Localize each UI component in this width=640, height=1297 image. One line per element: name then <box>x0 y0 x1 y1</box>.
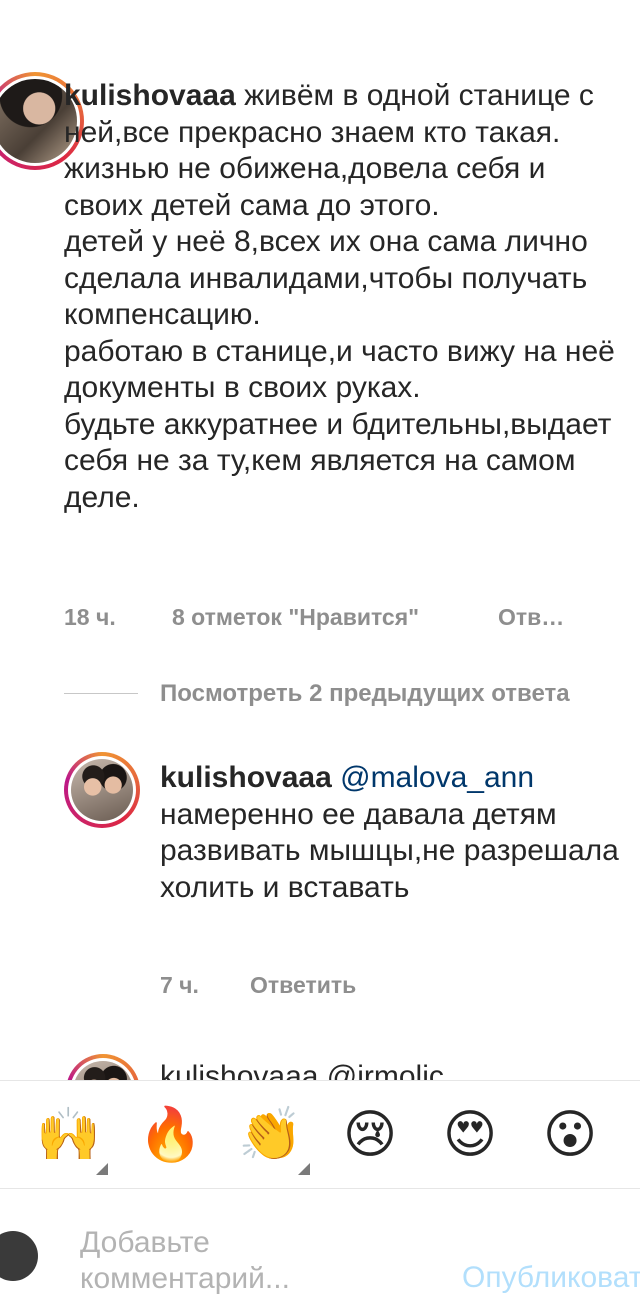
raising-hands-emoji-icon[interactable]: 🙌 <box>36 1103 108 1175</box>
avatar[interactable] <box>0 1231 38 1281</box>
fire-emoji-icon[interactable]: 🔥 <box>138 1103 203 1167</box>
reply-username[interactable]: kulishovaaa <box>160 761 332 794</box>
emoji-glyph: 😢 <box>342 1105 398 1165</box>
variant-indicator-icon <box>298 1163 310 1175</box>
emoji-glyph: 🙌 <box>36 1105 101 1165</box>
emoji-glyph: 😍 <box>442 1105 498 1165</box>
view-previous-replies[interactable]: Посмотреть 2 предыдущих ответа <box>64 680 640 714</box>
emoji-bar: 🙌 🔥 👏 😢 😍 😮 <box>0 1081 640 1191</box>
reply-button[interactable]: Отв… <box>498 604 564 631</box>
reply-text: намеренно ее давала детям развивать мышц… <box>160 797 619 904</box>
clapping-hands-emoji-icon[interactable]: 👏 <box>238 1103 310 1175</box>
avatar[interactable] <box>66 1054 140 1080</box>
reply-body: kulishovaaa @malova_ann намеренно ее дав… <box>160 760 630 906</box>
publish-button[interactable]: Опубликовать <box>462 1261 640 1295</box>
comment-meta: 18 ч. 8 отметок "Нравится" Отв… <box>64 604 624 634</box>
profile-photo <box>73 1061 133 1080</box>
divider <box>64 693 138 694</box>
comment-text: живём в одной станице с ней,все прекрасн… <box>64 79 615 514</box>
comment-composer: Добавьте комментарий... Опубликовать <box>0 1189 640 1295</box>
reply-time: 7 ч. <box>160 972 199 998</box>
surprised-face-emoji-icon[interactable]: 😮 <box>538 1103 602 1167</box>
reply-mention[interactable]: @malova_ann <box>340 761 534 794</box>
emoji-glyph: 😮 <box>542 1105 598 1165</box>
partial-comment-text: kulishovaaa @irmolic <box>160 1060 444 1080</box>
emoji-glyph: 🔥 <box>138 1105 203 1165</box>
variant-indicator-icon <box>96 1163 108 1175</box>
crying-face-emoji-icon[interactable]: 😢 <box>338 1103 402 1167</box>
avatar[interactable] <box>64 752 140 828</box>
view-replies-label[interactable]: Посмотреть 2 предыдущих ответа <box>160 680 570 708</box>
comment-input[interactable]: Добавьте комментарий... <box>80 1225 340 1297</box>
next-comment-partial: kulishovaaa @irmolic <box>0 1040 640 1080</box>
comment-time: 18 ч. <box>64 604 116 630</box>
profile-photo <box>71 759 133 821</box>
emoji-glyph: 👏 <box>238 1105 303 1165</box>
reply-meta: 7 ч. Ответить <box>160 972 620 1002</box>
reply-button[interactable]: Ответить <box>250 972 356 999</box>
heart-eyes-face-emoji-icon[interactable]: 😍 <box>438 1103 502 1167</box>
comment-username[interactable]: kulishovaaa <box>64 79 236 112</box>
comment-likes[interactable]: 8 отметок "Нравится" <box>172 604 419 631</box>
comment-body: kulishovaaa живём в одной станице с ней,… <box>64 78 624 516</box>
